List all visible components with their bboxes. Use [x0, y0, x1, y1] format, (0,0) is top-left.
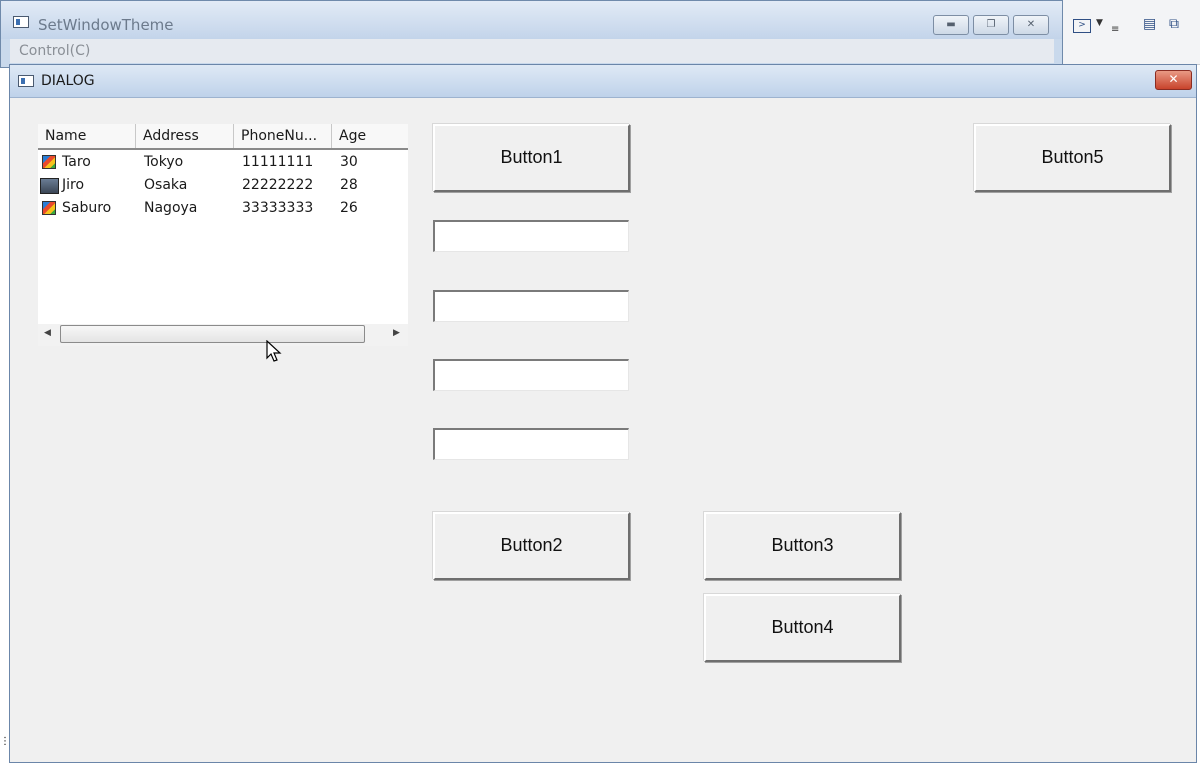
menu-item-control[interactable]: Control(C)	[19, 43, 90, 59]
scroll-left-icon[interactable]: ◀	[44, 328, 51, 338]
dialog-close-button[interactable]: ✕	[1155, 70, 1192, 90]
dialog-title: DIALOG	[41, 73, 95, 89]
edit-field-1[interactable]	[433, 220, 629, 252]
background-window: SetWindowTheme ▬ ❐ ✕ Control(C)	[0, 0, 1063, 68]
computer-icon	[40, 178, 59, 194]
edit-field-2[interactable]	[433, 290, 629, 322]
button-1[interactable]: Button1	[433, 124, 630, 192]
list-view[interactable]: Name Address PhoneNu... Age Taro Tokyo 1…	[38, 124, 408, 346]
button-4[interactable]: Button4	[704, 594, 901, 662]
table-row[interactable]: Jiro Osaka 22222222 28	[38, 175, 408, 198]
cell-phone: 11111111	[242, 154, 314, 170]
cell-name: Taro	[62, 154, 91, 170]
external-toolbar: > ▼ ≡ ▤ ⧉	[1063, 0, 1200, 65]
close-button[interactable]: ✕	[1013, 15, 1049, 35]
column-header-age[interactable]: Age	[332, 124, 408, 148]
background-window-title: SetWindowTheme	[38, 16, 174, 34]
cell-name: Saburo	[62, 200, 112, 216]
column-header-name[interactable]: Name	[38, 124, 136, 148]
button-2[interactable]: Button2	[433, 512, 630, 580]
overflow-icon[interactable]: ≡	[1111, 24, 1119, 35]
mouse-cursor-icon	[266, 340, 282, 362]
new-window-icon[interactable]: ▤	[1143, 16, 1156, 32]
edge-artifact: ⋮	[0, 736, 10, 747]
background-window-titlebar[interactable]: SetWindowTheme ▬ ❐ ✕	[1, 1, 1062, 39]
dialog-window: DIALOG ✕ Name Address PhoneNu... Age Tar…	[9, 64, 1197, 763]
pencil-icon	[42, 201, 56, 215]
dialog-titlebar[interactable]: DIALOG ✕	[10, 65, 1196, 98]
pencil-icon	[42, 155, 56, 169]
cell-name: Jiro	[62, 177, 85, 193]
horizontal-scrollbar[interactable]: ◀ ▶	[38, 324, 408, 346]
dropdown-arrow-icon[interactable]: ▼	[1096, 18, 1103, 28]
cell-address: Nagoya	[144, 200, 198, 216]
cell-phone: 33333333	[242, 200, 314, 216]
table-row[interactable]: Taro Tokyo 11111111 30	[38, 152, 408, 175]
minimize-button[interactable]: ▬	[933, 15, 969, 35]
switch-windows-icon[interactable]: ⧉	[1169, 16, 1179, 32]
column-header-address[interactable]: Address	[136, 124, 234, 148]
cell-address: Tokyo	[144, 154, 184, 170]
edit-field-4[interactable]	[433, 428, 629, 460]
cell-phone: 22222222	[242, 177, 314, 193]
app-window-icon	[13, 16, 29, 28]
console-icon[interactable]: >	[1073, 19, 1091, 33]
restore-button[interactable]: ❐	[973, 15, 1009, 35]
button-3[interactable]: Button3	[704, 512, 901, 580]
menu-bar: Control(C)	[10, 39, 1054, 63]
cell-age: 30	[340, 154, 358, 170]
scroll-right-icon[interactable]: ▶	[393, 328, 400, 338]
table-row[interactable]: Saburo Nagoya 33333333 26	[38, 198, 408, 221]
cell-age: 28	[340, 177, 358, 193]
cell-address: Osaka	[144, 177, 188, 193]
dialog-app-icon	[18, 75, 34, 87]
button-5[interactable]: Button5	[974, 124, 1171, 192]
list-header: Name Address PhoneNu... Age	[38, 124, 408, 150]
column-header-phone[interactable]: PhoneNu...	[234, 124, 332, 148]
edit-field-3[interactable]	[433, 359, 629, 391]
scrollbar-thumb[interactable]	[60, 325, 365, 343]
cell-age: 26	[340, 200, 358, 216]
